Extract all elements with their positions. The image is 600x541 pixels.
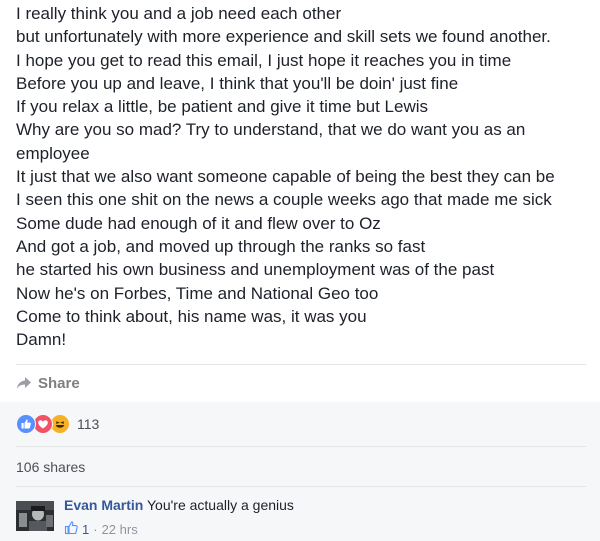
- post-text-line: Come to think about, his name was, it wa…: [16, 306, 367, 326]
- divider: [16, 364, 586, 365]
- post-text-line: It just that we also want someone capabl…: [16, 167, 555, 187]
- post-text-line: I seen this one shit on the news a coupl…: [16, 190, 552, 210]
- share-arrow-icon: [16, 376, 32, 390]
- like-reaction-icon: [16, 414, 36, 434]
- comment-like-count[interactable]: 1: [82, 522, 89, 537]
- post-text-line: Why are you so mad? Try to understand, t…: [16, 120, 526, 140]
- comment-timestamp[interactable]: 22 hrs: [102, 522, 138, 537]
- commenter-avatar[interactable]: [16, 501, 54, 531]
- love-reaction-icon: [33, 414, 53, 434]
- post-text-line: Damn!: [16, 330, 67, 350]
- post-text-line: I really think you and a job need each o…: [16, 4, 342, 23]
- post-text-line: And got a job, and moved up through the …: [16, 236, 426, 256]
- reaction-count: 113: [77, 416, 100, 432]
- share-button[interactable]: Share: [16, 372, 80, 394]
- post-body: I really think you and a job need each o…: [16, 2, 586, 351]
- post-text-line: If you relax a little, be patient and gi…: [16, 97, 429, 117]
- haha-reaction-icon: [50, 414, 70, 434]
- shares-count-link[interactable]: 106 shares: [16, 459, 85, 475]
- post-text-line: I hope you get to read this email, I jus…: [16, 50, 512, 70]
- meta-separator: ·: [93, 521, 98, 537]
- comment-item: Evan Martin You're actually a genius 1 ·…: [16, 493, 586, 539]
- post-text-line: Some dude had enough of it and flew over…: [16, 213, 381, 233]
- divider: [16, 446, 586, 447]
- divider: [16, 486, 586, 487]
- comment-text: You're actually a genius: [147, 497, 294, 513]
- reactions-summary[interactable]: 113: [16, 414, 99, 434]
- comment-meta: 1 · 22 hrs: [64, 520, 294, 538]
- post-text-line: employee: [16, 143, 90, 163]
- comment-author[interactable]: Evan Martin: [64, 497, 143, 513]
- share-label: Share: [38, 374, 80, 392]
- comment-line: Evan Martin You're actually a genius: [64, 496, 294, 515]
- post-text-line: Before you up and leave, I think that yo…: [16, 73, 459, 93]
- post-text-line: Now he's on Forbes, Time and National Ge…: [16, 283, 379, 303]
- post-text-line: but unfortunately with more experience a…: [16, 27, 551, 47]
- thumbs-up-icon[interactable]: [64, 520, 79, 538]
- comment-content: Evan Martin You're actually a genius 1 ·…: [64, 496, 294, 538]
- post-text-line: he started his own business and unemploy…: [16, 260, 495, 280]
